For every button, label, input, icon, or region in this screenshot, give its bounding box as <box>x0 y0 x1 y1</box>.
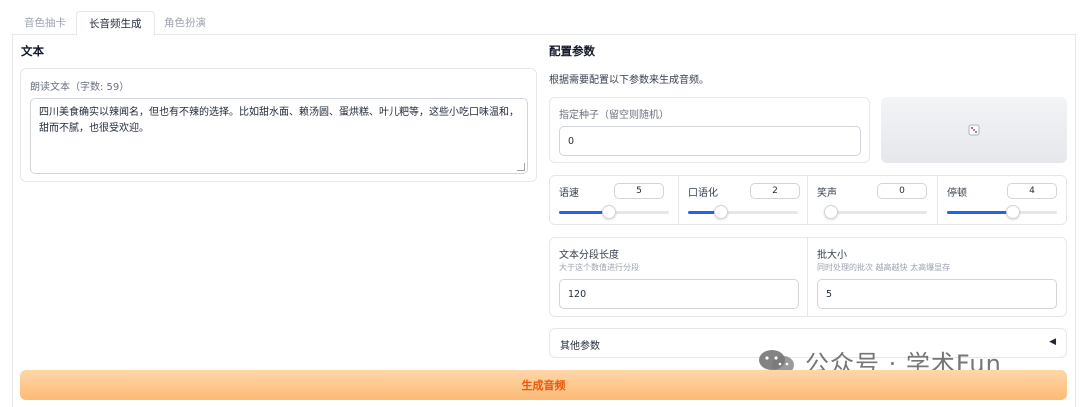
slider-speed-label: 语速 <box>559 188 579 199</box>
slider-pause-value[interactable]: 4 <box>1007 183 1057 199</box>
slider-laugh-label: 笑声 <box>817 188 837 199</box>
slider-laugh: 笑声 0 <box>807 175 937 225</box>
slider-oral-track[interactable] <box>688 205 798 219</box>
slider-pause: 停顿 4 <box>937 175 1067 225</box>
tab-bar: 音色抽卡 长音频生成 角色扮演 <box>12 11 1076 36</box>
slider-oral-value[interactable]: 2 <box>750 183 800 199</box>
seed-label: 指定种子（留空则随机） <box>559 110 669 121</box>
text-input[interactable]: 四川美食确实以辣闻名，但也有不辣的选择。比如甜水面、赖汤圆、蛋烘糕、叶儿粑等，这… <box>30 98 528 174</box>
slider-oral: 口语化 2 <box>678 175 807 225</box>
tab-roleplay[interactable]: 角色扮演 <box>152 11 218 35</box>
segment-label: 文本分段长度 <box>559 250 619 261</box>
slider-oral-thumb[interactable] <box>714 205 728 219</box>
tab-voice-draw[interactable]: 音色抽卡 <box>12 11 78 35</box>
dice-icon <box>968 124 980 136</box>
slider-pause-track[interactable] <box>947 205 1057 219</box>
caret-left-icon: ◀ <box>1049 337 1056 347</box>
slider-pause-thumb[interactable] <box>1006 205 1020 219</box>
generate-audio-label: 生成音频 <box>521 379 566 392</box>
slider-laugh-thumb[interactable] <box>824 205 838 219</box>
slider-speed-track[interactable] <box>559 205 669 219</box>
other-params-label: 其他参数 <box>560 341 600 352</box>
slider-laugh-track[interactable] <box>824 205 927 219</box>
slider-speed-value[interactable]: 5 <box>614 183 664 199</box>
generate-audio-button[interactable]: 生成音频 <box>20 370 1067 400</box>
slider-speed-thumb[interactable] <box>601 205 616 219</box>
text-label: 朗读文本（字数: 59） <box>30 82 130 93</box>
segment-input[interactable]: 120 <box>559 279 799 309</box>
config-hint: 根据需要配置以下参数来生成音频。 <box>549 75 709 86</box>
slider-pause-label: 停顿 <box>947 188 967 199</box>
config-section-title: 配置参数 <box>549 44 595 58</box>
text-input-value: 四川美食确实以辣闻名，但也有不辣的选择。比如甜水面、赖汤圆、蛋烘糕、叶儿粑等，这… <box>39 107 519 134</box>
random-seed-button[interactable] <box>881 97 1067 163</box>
slider-speed: 语速 5 <box>549 175 678 225</box>
batch-sublabel: 同时处理的批次 越高越快 太高爆显存 <box>817 263 951 272</box>
slider-laugh-value[interactable]: 0 <box>877 183 927 199</box>
resize-handle[interactable] <box>517 163 525 171</box>
tab-long-audio[interactable]: 长音频生成 <box>76 11 155 36</box>
segment-sublabel: 大于这个数值进行分段 <box>559 263 639 272</box>
batch-input[interactable]: 5 <box>817 279 1057 309</box>
batch-label: 批大小 <box>817 250 847 261</box>
slider-oral-label: 口语化 <box>688 188 718 199</box>
slider-pause-fill <box>947 211 1013 214</box>
text-section-title: 文本 <box>21 44 44 58</box>
seed-input[interactable]: 0 <box>559 126 861 156</box>
